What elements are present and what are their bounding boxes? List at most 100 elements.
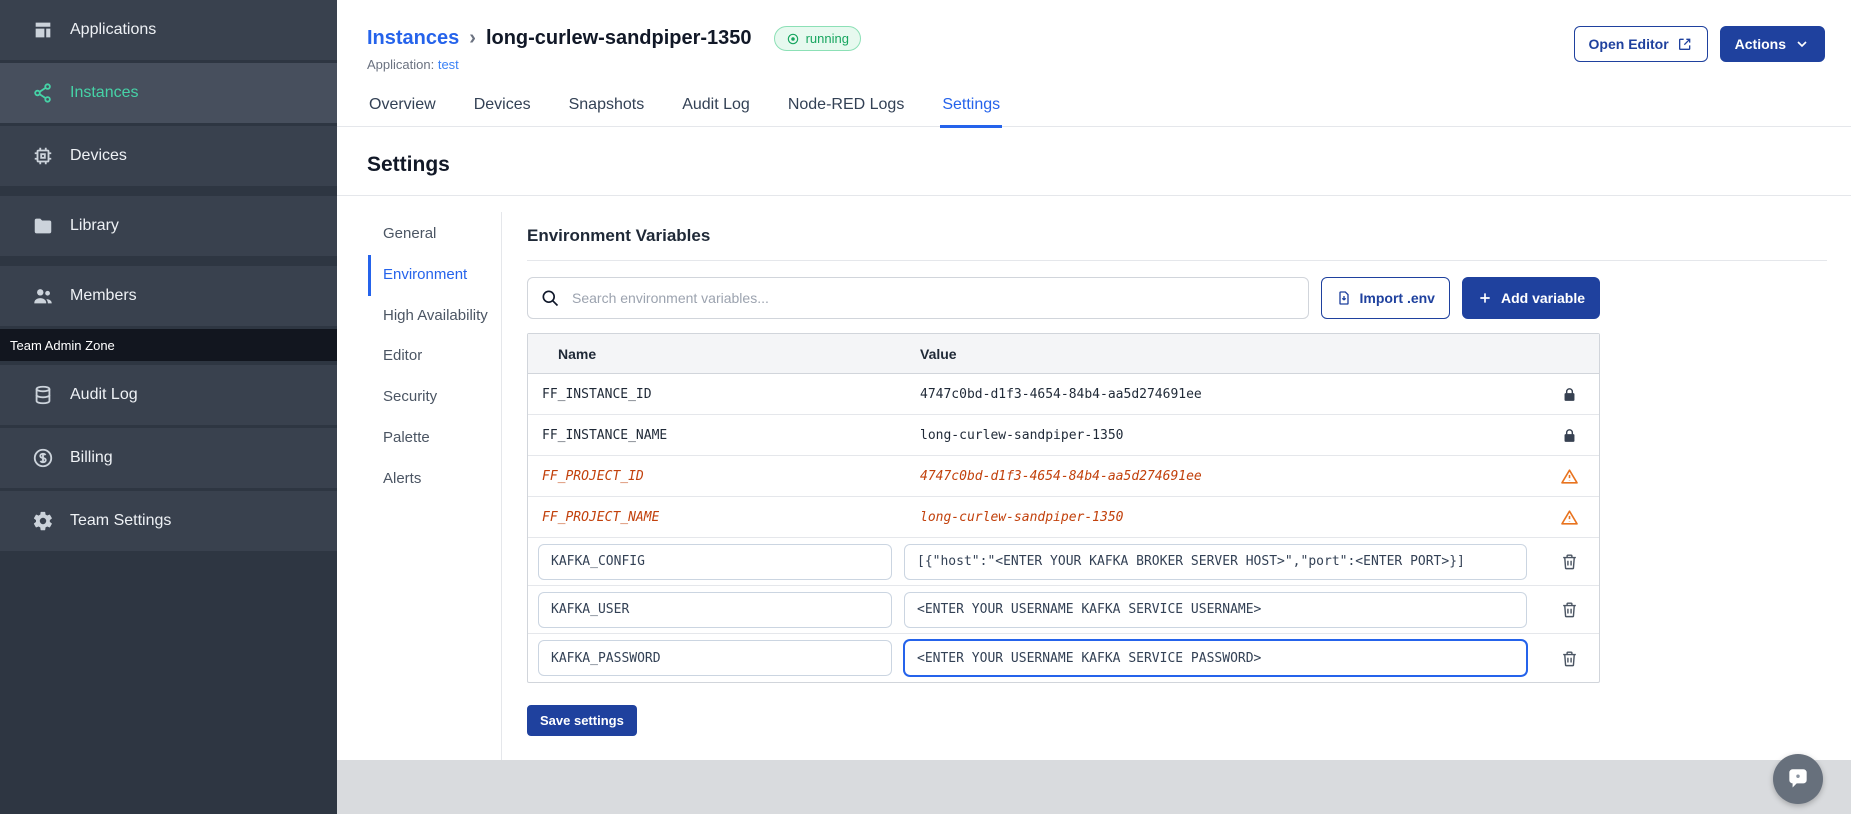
sidebar-item-audit-log[interactable]: Audit Log (0, 365, 337, 425)
application-name-link[interactable]: test (438, 57, 459, 72)
settings-nav-high-availability[interactable]: High Availability (368, 296, 501, 337)
trash-icon (1562, 554, 1576, 570)
actions-button[interactable]: Actions (1719, 26, 1825, 62)
sidebar-item-label: Applications (70, 21, 157, 38)
trash-icon (1562, 650, 1576, 666)
plus-icon (1480, 293, 1490, 303)
env-var-value: long-curlew-sandpiper-1350 (920, 427, 1124, 443)
env-var-value: 4747c0bd-d1f3-4654-84b4-aa5d274691ee (920, 386, 1202, 402)
sidebar-item-devices[interactable]: Devices (0, 126, 337, 186)
settings-heading: Settings (367, 153, 450, 176)
sidebar-item-label: Library (70, 217, 119, 234)
import-env-button[interactable]: Import .env (1320, 277, 1450, 319)
sidebar-item-label: Billing (70, 449, 113, 466)
settings-nav-security[interactable]: Security (368, 377, 501, 418)
status-badge-label: running (805, 31, 849, 46)
settings-nav-general[interactable]: General (368, 214, 501, 255)
env-toolbar: Import .env Add variable (527, 277, 1600, 319)
env-var-name: FF_PROJECT_ID (542, 468, 644, 484)
open-editor-label: Open Editor (1588, 36, 1669, 52)
add-variable-label: Add variable (1500, 290, 1585, 306)
column-header-value: Value (920, 345, 957, 362)
folder-icon (32, 215, 54, 237)
environment-variables-title: Environment Variables (527, 226, 1827, 261)
table-row (528, 538, 1599, 586)
warning-icon (1560, 467, 1579, 486)
tab-devices[interactable]: Devices (472, 86, 533, 128)
table-row (528, 634, 1599, 682)
settings-nav-environment[interactable]: Environment (368, 254, 501, 296)
chevron-down-icon (1797, 41, 1807, 48)
env-variables-table: Name Value FF_INSTANCE_ID 4747c0bd-d1f3-… (527, 333, 1600, 683)
chat-widget-button[interactable] (1773, 754, 1823, 804)
env-var-name-input[interactable] (538, 640, 892, 676)
sidebar-item-instances[interactable]: Instances (0, 63, 337, 123)
env-var-value: 4747c0bd-d1f3-4654-84b4-aa5d274691ee (920, 468, 1202, 484)
table-row: FF_INSTANCE_ID 4747c0bd-d1f3-4654-84b4-a… (528, 374, 1599, 415)
main-content: Instances › long-curlew-sandpiper-1350 r… (337, 0, 1851, 814)
sidebar-item-members[interactable]: Members (0, 266, 337, 326)
page-header: Instances › long-curlew-sandpiper-1350 r… (337, 0, 1851, 72)
sidebar-item-label: Instances (70, 84, 139, 101)
env-var-name-input[interactable] (538, 591, 892, 628)
tab-snapshots[interactable]: Snapshots (567, 86, 647, 128)
sidebar-item-team-settings[interactable]: Team Settings (0, 491, 337, 551)
sidebar-item-applications[interactable]: Applications (0, 0, 337, 60)
breadcrumb: Instances › long-curlew-sandpiper-1350 r… (367, 26, 861, 51)
sidebar-item-label: Members (70, 287, 137, 304)
footer-band (337, 760, 1851, 814)
breadcrumb-separator: › (469, 27, 476, 49)
search-box (527, 277, 1309, 319)
instance-tabs: Overview Devices Snapshots Audit Log Nod… (337, 86, 1851, 128)
table-row: FF_PROJECT_ID 4747c0bd-d1f3-4654-84b4-aa… (528, 456, 1599, 497)
settings-nav-palette[interactable]: Palette (368, 418, 501, 459)
chip-icon (32, 145, 54, 167)
team-admin-zone-label: Team Admin Zone (0, 329, 337, 361)
sidebar-item-label: Audit Log (70, 386, 138, 403)
breadcrumb-instances-link[interactable]: Instances (367, 27, 459, 50)
applications-icon (32, 19, 54, 41)
env-var-name: FF_INSTANCE_NAME (542, 427, 668, 443)
delete-variable-button[interactable] (1556, 596, 1583, 623)
sidebar: Applications Instances Devices Library M… (0, 0, 337, 814)
add-variable-button[interactable]: Add variable (1461, 277, 1600, 319)
sidebar-item-label: Team Settings (70, 512, 172, 529)
tab-audit-log[interactable]: Audit Log (680, 86, 752, 128)
settings-nav-alerts[interactable]: Alerts (368, 459, 501, 500)
running-status-icon (787, 33, 798, 44)
env-var-name: FF_PROJECT_NAME (542, 509, 660, 525)
tab-node-red-logs[interactable]: Node-RED Logs (786, 86, 907, 128)
open-editor-button[interactable]: Open Editor (1573, 26, 1708, 62)
sidebar-item-billing[interactable]: Billing (0, 428, 337, 488)
users-icon (32, 285, 54, 307)
table-row (528, 586, 1599, 634)
sidebar-item-library[interactable]: Library (0, 196, 337, 256)
settings-nav-editor[interactable]: Editor (368, 336, 501, 377)
table-header: Name Value (528, 334, 1599, 374)
page-title: long-curlew-sandpiper-1350 (485, 27, 752, 49)
sidebar-item-label: Devices (70, 147, 127, 164)
lock-icon (1561, 427, 1578, 444)
env-var-value-input[interactable] (904, 591, 1527, 628)
table-row: FF_PROJECT_NAME long-curlew-sandpiper-13… (528, 497, 1599, 538)
settings-nav: General Environment High Availability Ed… (368, 212, 502, 814)
env-var-value-input[interactable] (904, 543, 1527, 580)
env-var-value-input[interactable] (904, 640, 1527, 676)
save-settings-button[interactable]: Save settings (527, 705, 637, 736)
status-badge: running (773, 26, 861, 51)
tab-overview[interactable]: Overview (367, 86, 438, 128)
search-input[interactable] (527, 277, 1309, 319)
env-var-name: FF_INSTANCE_ID (542, 386, 652, 402)
lock-icon (1561, 386, 1578, 403)
env-var-name-input[interactable] (538, 543, 892, 580)
warning-icon (1560, 508, 1579, 527)
dollar-icon (32, 447, 54, 469)
gear-icon (32, 510, 54, 532)
delete-variable-button[interactable] (1556, 548, 1583, 575)
external-link-icon (1678, 38, 1690, 50)
column-header-name: Name (558, 345, 597, 362)
instances-icon (32, 82, 54, 104)
environment-panel: Environment Variables Import .env (502, 212, 1827, 814)
tab-settings[interactable]: Settings (940, 86, 1003, 128)
delete-variable-button[interactable] (1556, 645, 1583, 672)
